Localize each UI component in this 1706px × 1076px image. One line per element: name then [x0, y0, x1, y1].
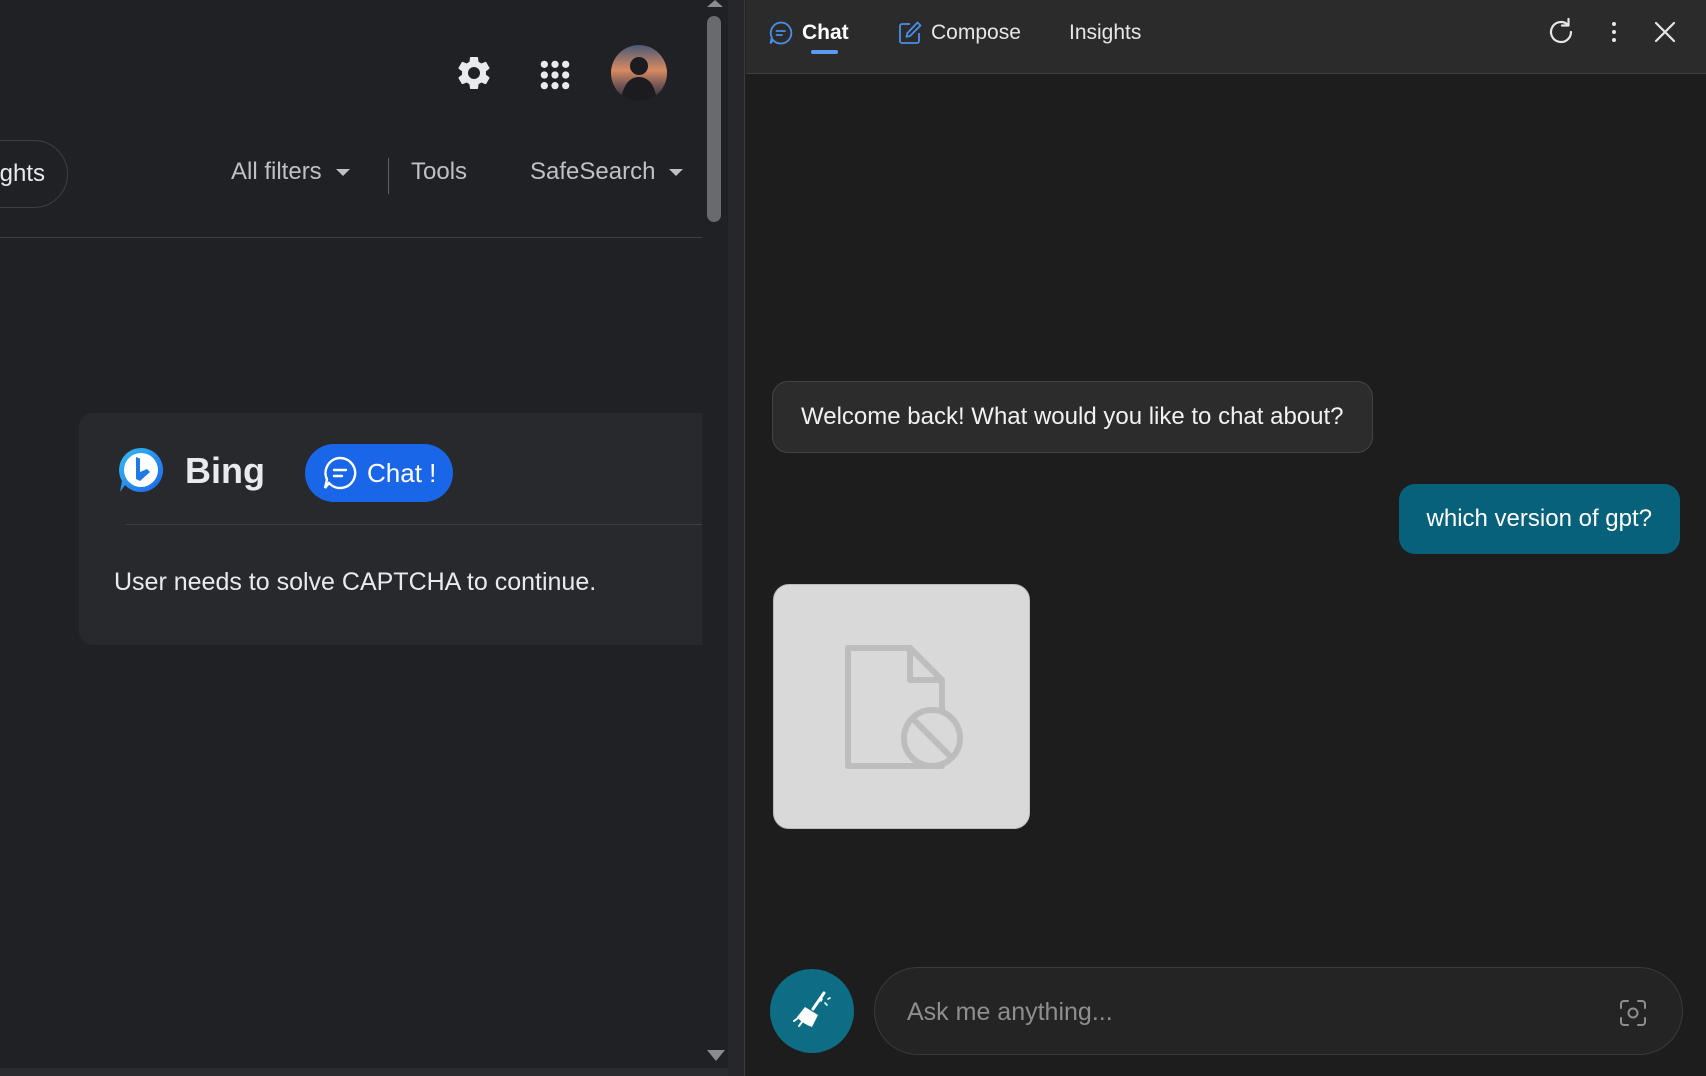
chat-bubble-icon: [769, 21, 793, 45]
all-filters-dropdown[interactable]: All filters: [231, 158, 350, 186]
chat-input[interactable]: [905, 988, 1589, 1036]
chat-sidebar: Chat Compose Insights Welcome back! What…: [746, 0, 1706, 1076]
filter-divider: [388, 158, 389, 194]
caret-down-icon: [669, 168, 684, 176]
tab-insights-label: Insights: [1069, 21, 1142, 44]
scrollbar-thumb[interactable]: [707, 16, 721, 222]
tab-chat[interactable]: Chat: [768, 18, 849, 48]
bing-logo-icon: [116, 445, 166, 495]
card-divider: [126, 524, 702, 525]
visual-search-icon[interactable]: [1617, 997, 1649, 1029]
insights-chip-label: ghts: [0, 160, 45, 187]
tab-chat-label: Chat: [802, 21, 849, 44]
broom-icon: [793, 991, 831, 1027]
tab-compose[interactable]: Compose: [897, 18, 1021, 48]
compose-icon: [899, 21, 922, 44]
more-vertical-icon[interactable]: [1596, 14, 1632, 50]
bot-message-text: Welcome back! What would you like to cha…: [801, 403, 1344, 430]
new-topic-broom-button[interactable]: [770, 969, 854, 1053]
bing-brand-name: Bing: [185, 450, 265, 491]
scroll-down-arrow-icon[interactable]: [707, 1050, 725, 1061]
refresh-icon[interactable]: [1543, 14, 1579, 50]
blocked-file-icon: [844, 644, 963, 769]
broken-image-placeholder: [773, 584, 1030, 829]
scroll-up-arrow-icon[interactable]: [707, 0, 723, 7]
user-message-text: which version of gpt?: [1426, 505, 1652, 532]
safesearch-label: SafeSearch: [530, 158, 656, 185]
bing-chat-card: Bing Chat ! User needs to solve CAPTCHA …: [79, 413, 702, 645]
captcha-message: User needs to solve CAPTCHA to continue.: [114, 568, 597, 596]
caret-down-icon: [335, 168, 350, 176]
header-divider: [0, 237, 702, 238]
active-tab-indicator: [811, 50, 838, 54]
tab-insights[interactable]: Insights: [1069, 18, 1141, 48]
bot-message: Welcome back! What would you like to cha…: [772, 381, 1373, 453]
safesearch-dropdown[interactable]: SafeSearch: [530, 158, 684, 186]
chat-bubble-icon: [323, 456, 357, 490]
chat-input-container: [874, 967, 1683, 1055]
close-icon[interactable]: [1647, 14, 1683, 50]
all-filters-label: All filters: [231, 158, 322, 185]
bing-chat-button-label: Chat !: [367, 457, 437, 488]
tab-compose-label: Compose: [931, 21, 1021, 44]
settings-gear-icon[interactable]: [451, 50, 497, 96]
horizontal-scrollbar: [0, 1068, 728, 1076]
bing-chat-button[interactable]: Chat !: [305, 444, 453, 502]
insights-chip[interactable]: ghts: [0, 140, 68, 208]
account-avatar[interactable]: [611, 45, 667, 101]
apps-grid-icon[interactable]: [532, 52, 578, 98]
user-message: which version of gpt?: [1398, 484, 1680, 554]
sidebar-resize-handle[interactable]: [728, 0, 745, 1076]
tools-label: Tools: [411, 158, 468, 185]
tools-button[interactable]: Tools: [411, 158, 467, 186]
search-page: ghts All filters Tools SafeSearch Bing C…: [0, 0, 702, 1076]
sidebar-tab-bar: Chat Compose Insights: [746, 0, 1706, 74]
